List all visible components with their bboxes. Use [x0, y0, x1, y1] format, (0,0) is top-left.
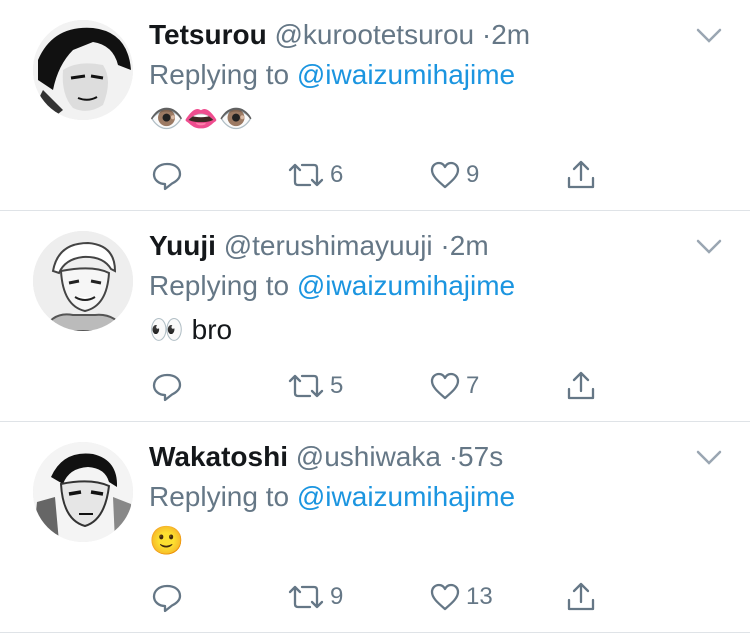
- separator-dot: ·: [440, 230, 450, 261]
- like-button[interactable]: 13: [428, 577, 493, 617]
- retweet-count: 9: [330, 583, 344, 610]
- like-icon: [428, 580, 462, 614]
- replying-to-label: Replying to: [149, 270, 290, 301]
- user-handle[interactable]: @kurootetsurou: [274, 19, 474, 50]
- tweet-header: Tetsurou @kurootetsurou ·2m: [149, 18, 690, 52]
- tweet[interactable]: Yuuji @terushimayuuji ·2m Replying to @i…: [0, 211, 750, 422]
- chevron-down-icon[interactable]: [694, 235, 724, 259]
- retweet-count: 6: [330, 161, 344, 188]
- reply-icon: [150, 369, 184, 403]
- tweet-text: 👀 bro: [149, 314, 233, 345]
- like-icon: [428, 158, 462, 192]
- display-name[interactable]: Yuuji: [149, 230, 216, 261]
- separator-dot: ·: [448, 441, 459, 472]
- tweet-text: 🙂: [149, 525, 184, 556]
- avatar[interactable]: [33, 231, 133, 331]
- tweet-text: 👁️👄👁️: [149, 103, 254, 134]
- retweet-count: 5: [330, 372, 344, 399]
- reply-button[interactable]: [150, 577, 184, 617]
- retweet-button[interactable]: 9: [286, 577, 343, 617]
- share-button[interactable]: [564, 155, 598, 195]
- like-button[interactable]: 9: [428, 155, 479, 195]
- mention-link[interactable]: @iwaizumihajime: [297, 481, 515, 512]
- reply-icon: [150, 580, 184, 614]
- replying-to-label: Replying to: [149, 59, 290, 90]
- tweet[interactable]: Tetsurou @kurootetsurou ·2m Replying to …: [0, 0, 750, 211]
- share-icon: [564, 158, 598, 192]
- separator-dot: ·: [481, 19, 492, 50]
- replying-to-line: Replying to @iwaizumihajime: [149, 58, 515, 92]
- like-count: 13: [466, 583, 493, 610]
- tweet-header: Wakatoshi @ushiwaka ·57s: [149, 440, 690, 474]
- reply-button[interactable]: [150, 366, 184, 406]
- retweet-button[interactable]: 6: [286, 155, 343, 195]
- timestamp[interactable]: 57s: [458, 441, 503, 472]
- retweet-button[interactable]: 5: [286, 366, 343, 406]
- user-handle[interactable]: @ushiwaka: [296, 441, 441, 472]
- display-name[interactable]: Tetsurou: [149, 19, 267, 50]
- avatar[interactable]: [33, 20, 133, 120]
- user-handle[interactable]: @terushimayuuji: [224, 230, 433, 261]
- tweet-header: Yuuji @terushimayuuji ·2m: [149, 229, 690, 263]
- like-icon: [428, 369, 462, 403]
- replying-to-label: Replying to: [149, 481, 290, 512]
- replying-to-line: Replying to @iwaizumihajime: [149, 269, 515, 303]
- tweet-actions: 5 7: [150, 366, 610, 406]
- chevron-down-icon[interactable]: [694, 24, 724, 48]
- timestamp[interactable]: 2m: [450, 230, 489, 261]
- share-icon: [564, 580, 598, 614]
- like-button[interactable]: 7: [428, 366, 479, 406]
- timestamp[interactable]: 2m: [491, 19, 530, 50]
- tweet-actions: 9 13: [150, 577, 610, 617]
- retweet-icon: [286, 580, 326, 614]
- display-name[interactable]: Wakatoshi: [149, 441, 288, 472]
- mention-link[interactable]: @iwaizumihajime: [297, 59, 515, 90]
- tweet-actions: 6 9: [150, 155, 610, 195]
- reply-icon: [150, 158, 184, 192]
- share-button[interactable]: [564, 577, 598, 617]
- reply-button[interactable]: [150, 155, 184, 195]
- chevron-down-icon[interactable]: [694, 446, 724, 470]
- retweet-icon: [286, 158, 326, 192]
- like-count: 7: [466, 372, 480, 399]
- share-button[interactable]: [564, 366, 598, 406]
- mention-link[interactable]: @iwaizumihajime: [297, 270, 515, 301]
- retweet-icon: [286, 369, 326, 403]
- avatar[interactable]: [33, 442, 133, 542]
- replying-to-line: Replying to @iwaizumihajime: [149, 480, 515, 514]
- tweet[interactable]: Wakatoshi @ushiwaka ·57s Replying to @iw…: [0, 422, 750, 633]
- share-icon: [564, 369, 598, 403]
- like-count: 9: [466, 161, 480, 188]
